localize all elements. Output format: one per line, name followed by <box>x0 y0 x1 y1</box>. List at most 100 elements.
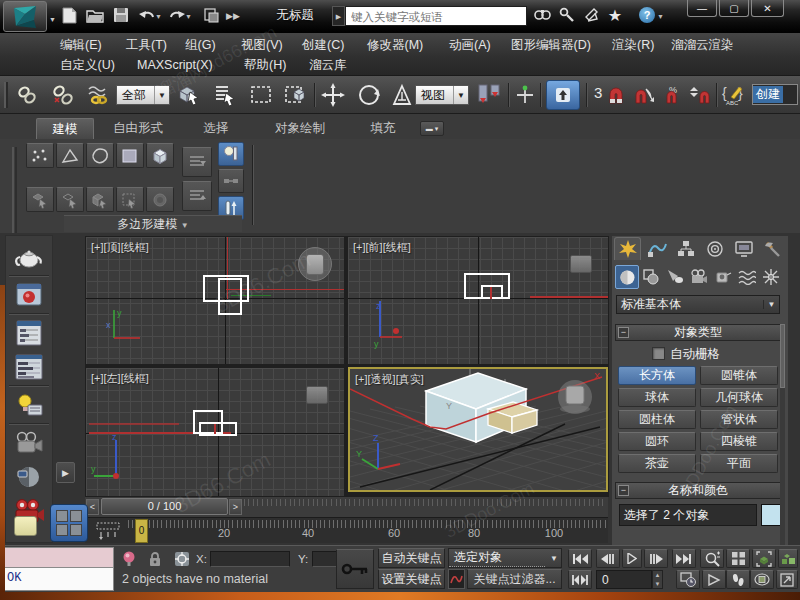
zoom-all-button[interactable] <box>726 549 750 568</box>
help-icon[interactable]: ? <box>636 5 658 25</box>
maximize-button[interactable]: ▢ <box>719 0 749 17</box>
button-tube[interactable]: 管状体 <box>700 410 778 429</box>
tab-utilities[interactable] <box>759 237 786 260</box>
app-logo-button[interactable] <box>3 1 47 32</box>
open-file-button[interactable] <box>84 5 106 25</box>
ribbon-collapse-stack-button-2[interactable] <box>182 181 212 211</box>
shaded-view-button[interactable] <box>9 461 49 493</box>
communication-center-icon[interactable] <box>556 5 578 25</box>
button-cylinder[interactable]: 圆柱体 <box>618 410 696 429</box>
viewport-front[interactable]: zy [+][前][线框] <box>348 237 608 364</box>
menu-help[interactable]: 帮助(H) <box>244 55 286 75</box>
ribbon-tab-modeling[interactable]: 建模 <box>36 118 94 139</box>
autogrid-checkbox[interactable] <box>652 347 665 360</box>
key-mode-toggle-button[interactable] <box>568 570 592 589</box>
curve-editor-button[interactable] <box>9 317 49 349</box>
rollout-object-type[interactable]: − 对象类型 <box>615 324 781 341</box>
ribbon-edge-button[interactable] <box>56 143 84 168</box>
viewport-persp-label[interactable]: [+][透视][真实] <box>355 372 424 387</box>
walk-through-button[interactable] <box>726 570 750 589</box>
toolbar-overflow-icon[interactable]: ▶▶ <box>226 11 240 21</box>
tab-motion[interactable] <box>701 237 728 260</box>
pan-view-button[interactable] <box>702 570 726 589</box>
menu-animation[interactable]: 动画(A) <box>449 35 491 55</box>
viewport-top[interactable]: xy [+][顶][线框] <box>86 237 344 364</box>
snaps-toggle-icon[interactable] <box>604 83 628 107</box>
updates-icon[interactable] <box>581 5 603 25</box>
zoom-button[interactable] <box>700 549 724 568</box>
button-cone[interactable]: 圆锥体 <box>700 366 778 385</box>
undo-caret-icon[interactable]: ▼ <box>155 13 162 20</box>
object-color-swatch[interactable] <box>761 504 781 526</box>
play-button[interactable] <box>622 549 642 568</box>
current-frame-marker[interactable]: 0 <box>135 519 148 543</box>
menu-customize[interactable]: 自定义(U) <box>60 55 115 75</box>
prompt-bulb-icon[interactable] <box>122 550 136 568</box>
frame-spinner[interactable]: ▲ ▼ <box>652 570 663 589</box>
favorites-star-icon[interactable]: ★ <box>604 5 626 25</box>
category-spacewarps-icon[interactable] <box>735 265 759 289</box>
select-and-move-icon[interactable] <box>320 83 346 107</box>
ribbon-toggle-button-2[interactable] <box>218 169 244 193</box>
next-frame-button[interactable] <box>644 549 668 568</box>
select-object-icon[interactable] <box>176 83 202 107</box>
primitive-category-caret-icon[interactable]: ▼ <box>763 300 779 309</box>
category-shapes-icon[interactable] <box>639 265 663 289</box>
menu-graph-editors[interactable]: 图形编辑器(D) <box>511 35 591 55</box>
percent-snap-toggle-icon[interactable]: % <box>660 83 684 107</box>
select-and-rotate-icon[interactable] <box>356 83 382 107</box>
button-geosphere[interactable]: 几何球体 <box>700 388 778 407</box>
search-box[interactable] <box>345 6 527 26</box>
ribbon-collapse-stack-button-1[interactable] <box>182 147 212 177</box>
selection-lock-icon[interactable] <box>148 551 162 567</box>
category-systems-icon[interactable] <box>759 265 783 289</box>
key-filters-button[interactable]: 关键点过滤器... <box>467 569 562 589</box>
spinner-snap-toggle-icon[interactable] <box>688 83 712 107</box>
primitive-category-combo[interactable]: 标准基本体 ▼ <box>616 295 780 314</box>
tab-hierarchy[interactable] <box>672 237 699 260</box>
save-button[interactable] <box>110 5 132 25</box>
selection-filter-combo[interactable]: 全部▼ <box>116 85 170 105</box>
viewport-left[interactable]: zy [+][左][线框] <box>86 368 344 496</box>
current-frame-field[interactable]: 0 <box>596 570 652 589</box>
button-teapot[interactable]: 茶壶 <box>618 454 696 473</box>
ribbon-tool-button-2[interactable] <box>56 187 84 212</box>
named-selection-combo[interactable]: 创建 <box>752 84 798 105</box>
menu-edit[interactable]: 编辑(E) <box>60 35 102 55</box>
help-caret-icon[interactable]: ▼ <box>657 13 664 20</box>
zoom-extents-button[interactable] <box>752 549 776 568</box>
use-pivot-point-icon[interactable] <box>474 83 504 107</box>
ribbon-group-label[interactable]: 多边形建模 ▼ <box>64 215 242 232</box>
expand-tray-button[interactable]: ▶ <box>56 462 75 483</box>
button-pyramid[interactable]: 四棱锥 <box>700 432 778 451</box>
ribbon-polygon-button[interactable] <box>116 143 144 168</box>
maxscript-listener-input[interactable] <box>2 547 114 568</box>
menu-cloud-render[interactable]: 溜溜云渲染 <box>671 35 734 55</box>
camera-tool-button[interactable] <box>9 427 49 459</box>
ribbon-tab-object-paint[interactable]: 对象绘制 <box>262 118 338 139</box>
button-box[interactable]: 长方体 <box>618 366 696 385</box>
menu-maxscript[interactable]: MAXScript(X) <box>137 55 213 75</box>
redo-caret-icon[interactable]: ▼ <box>185 13 192 20</box>
rollout-name-color[interactable]: − 名称和颜色 <box>615 482 781 499</box>
key-filter-curve-icon[interactable] <box>448 569 465 589</box>
reference-coordinate-combo[interactable]: 视图▼ <box>415 85 469 105</box>
dope-sheet-button[interactable] <box>9 351 49 383</box>
unlink-selection-icon[interactable] <box>50 83 76 107</box>
ribbon-minimize-button[interactable]: ▬ ▾ <box>420 121 444 136</box>
set-keys-button[interactable] <box>336 549 374 589</box>
category-cameras-icon[interactable] <box>687 265 711 289</box>
select-by-name-icon[interactable] <box>212 83 238 107</box>
tab-display[interactable] <box>730 237 757 260</box>
menu-liuyunku[interactable]: 溜云库 <box>309 55 347 75</box>
yellow-tool-button[interactable] <box>14 516 37 536</box>
select-and-link-icon[interactable] <box>14 83 40 107</box>
ribbon-tab-selection[interactable]: 选择 <box>192 118 240 139</box>
zoom-extents-all-button[interactable] <box>778 549 798 568</box>
edit-named-selection-sets-icon[interactable]: {}ABC <box>720 83 748 107</box>
menu-tools[interactable]: 工具(T) <box>126 35 167 55</box>
logo-caret-icon[interactable]: ▼ <box>49 16 56 23</box>
button-sphere[interactable]: 球体 <box>618 388 696 407</box>
project-toolbar-button[interactable] <box>200 5 222 25</box>
select-and-manipulate-icon[interactable] <box>512 83 538 107</box>
